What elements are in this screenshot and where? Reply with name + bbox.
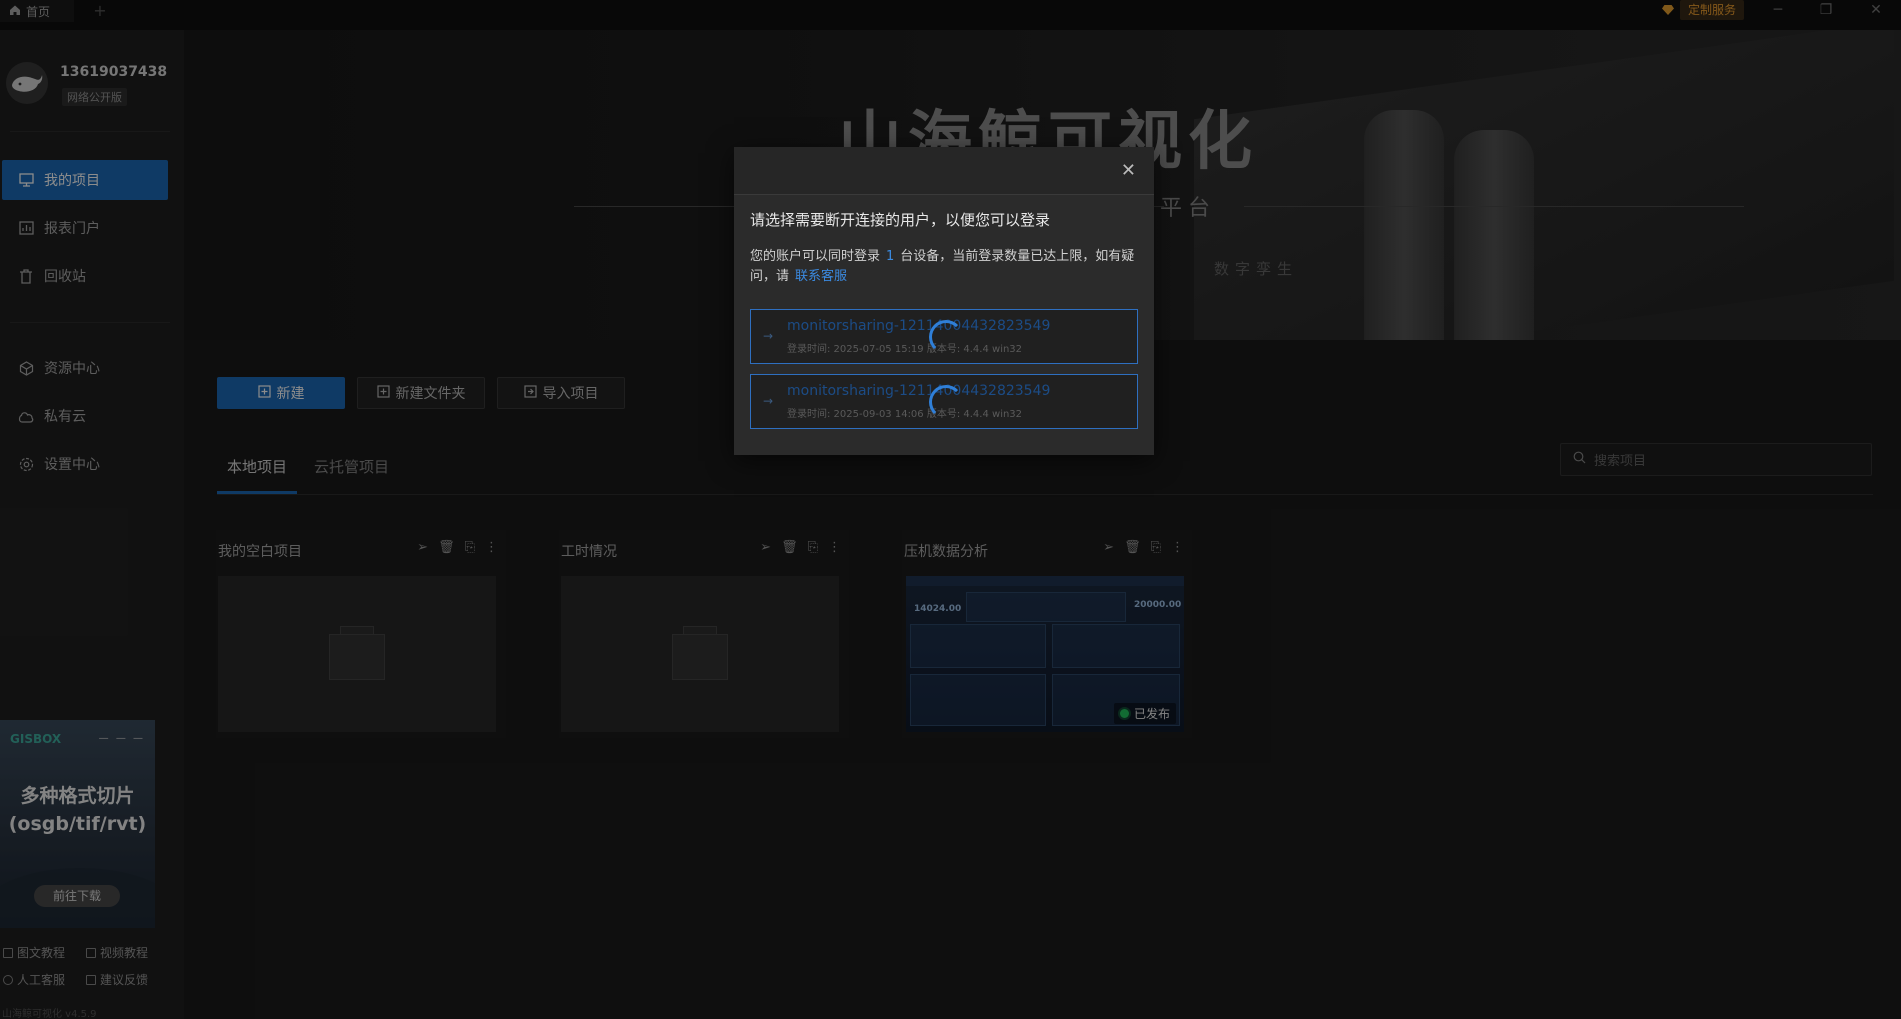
close-icon[interactable]: ✕: [1121, 160, 1136, 181]
dialog-header: ✕: [734, 147, 1154, 195]
dialog-description: 您的账户可以同时登录 1 台设备，当前登录数量已达上限，如有疑问，请 联系客服: [750, 249, 1135, 284]
arrow-right-icon: →: [763, 329, 774, 343]
disconnect-user-dialog: ✕ 请选择需要断开连接的用户，以便您可以登录 您的账户可以同时登录 1 台设备，当前…: [734, 147, 1154, 455]
app-window: 首页 + 定制服务 ─ ❐ ✕ 13619037438 网络公开版 我的项目 报…: [0, 0, 1901, 1019]
session-name: monitorsharing-12114004432823549: [787, 383, 1051, 399]
arrow-right-icon: →: [763, 394, 774, 408]
device-count: 1: [886, 249, 895, 264]
loading-spinner-icon: [929, 320, 963, 354]
session-meta: 登录时间: 2025-07-05 15:19 版本号: 4.4.4 win32: [787, 344, 1023, 355]
session-meta: 登录时间: 2025-09-03 14:06 版本号: 4.4.4 win32: [787, 409, 1023, 420]
session-name: monitorsharing-12114004432823549: [787, 318, 1051, 334]
dialog-title: 请选择需要断开连接的用户，以便您可以登录: [750, 211, 1051, 229]
contact-support-link[interactable]: 联系客服: [795, 269, 847, 284]
session-item[interactable]: → monitorsharing-12114004432823549 登录时间:…: [750, 309, 1138, 364]
loading-spinner-icon: [929, 385, 963, 419]
session-item[interactable]: → monitorsharing-12114004432823549 登录时间:…: [750, 374, 1138, 429]
